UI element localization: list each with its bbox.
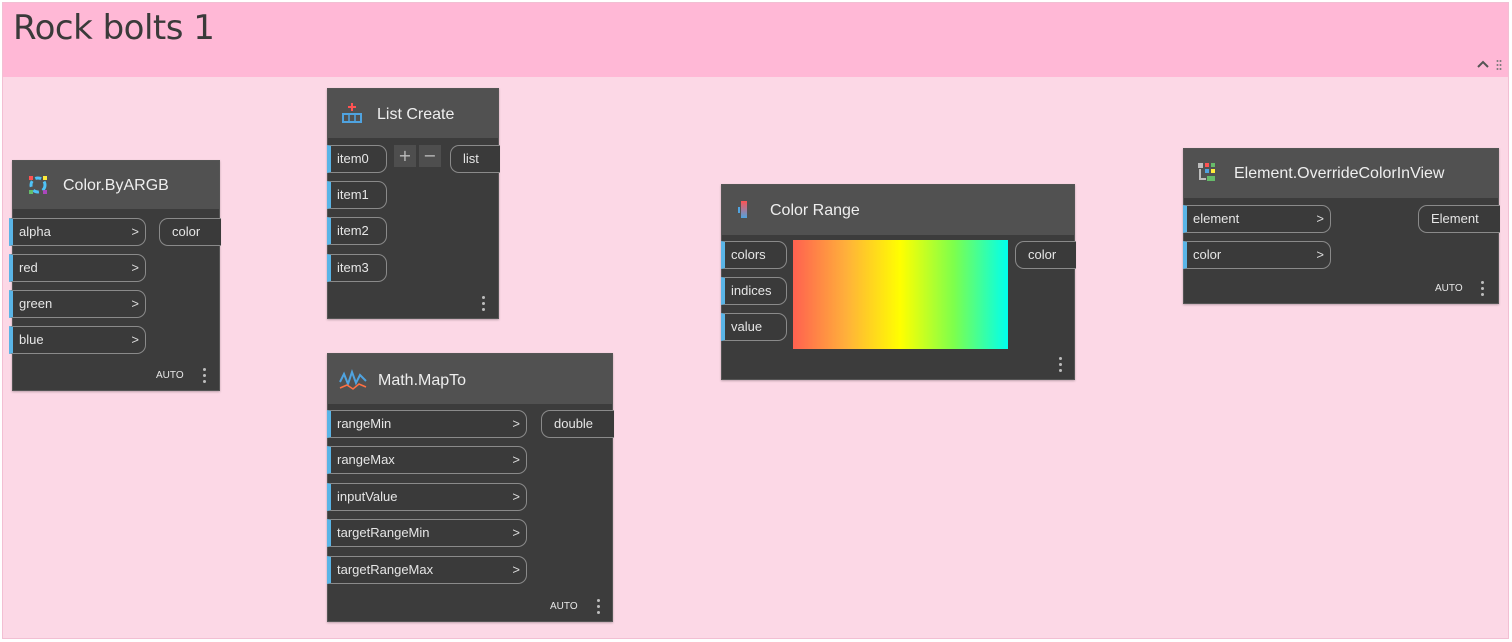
output-port-double[interactable]: double xyxy=(541,410,614,438)
group-title[interactable]: Rock bolts 1 xyxy=(13,8,215,48)
map-to-icon xyxy=(339,368,367,390)
port-arrow: > xyxy=(512,525,520,540)
output-port-color[interactable]: color xyxy=(159,218,221,246)
node-title: Element.OverrideColorInView xyxy=(1234,165,1445,182)
input-port-colors[interactable]: colors xyxy=(721,241,787,269)
port-label: element xyxy=(1193,211,1240,226)
port-arrow: > xyxy=(131,296,139,311)
output-port-color[interactable]: color xyxy=(1015,241,1076,269)
node-header[interactable]: Color.ByARGB xyxy=(13,161,219,209)
node-header[interactable]: Color Range xyxy=(722,185,1074,235)
port-arrow: > xyxy=(1316,247,1324,262)
lacing-label[interactable]: AUTO xyxy=(550,601,578,612)
port-arrow: > xyxy=(131,260,139,275)
port-label: indices xyxy=(731,283,772,298)
port-arrow: > xyxy=(1316,211,1324,226)
input-port-targetrangemin[interactable]: targetRangeMin > xyxy=(327,519,527,547)
more-options-icon[interactable] xyxy=(203,368,207,384)
input-port-inputvalue[interactable]: inputValue > xyxy=(327,483,527,511)
more-options-icon[interactable] xyxy=(1059,357,1063,373)
port-label: targetRangeMax xyxy=(337,562,434,577)
port-label: green xyxy=(19,296,53,311)
node-title: Math.MapTo xyxy=(378,372,467,389)
port-arrow: > xyxy=(512,452,520,467)
node-element-override-color[interactable]: Element.OverrideColorInView element > col… xyxy=(1183,148,1500,304)
color-gradient-preview xyxy=(793,240,1008,349)
node-header[interactable]: Element.OverrideColorInView xyxy=(1184,149,1498,198)
color-range-icon xyxy=(738,201,747,218)
node-list-create[interactable]: List Create item0 + − list item1 item2 i… xyxy=(327,88,500,319)
chevron-up-icon[interactable] xyxy=(1476,57,1490,71)
node-color-range[interactable]: Color Range colors indices value color xyxy=(721,184,1076,380)
input-port-green[interactable]: green > xyxy=(9,290,146,318)
port-label: inputValue xyxy=(337,489,398,504)
add-input-button[interactable]: + xyxy=(394,145,416,167)
input-port-targetrangemax[interactable]: targetRangeMax > xyxy=(327,556,527,584)
node-title: List Create xyxy=(377,106,455,123)
port-label: targetRangeMin xyxy=(337,525,430,540)
remove-input-button[interactable]: − xyxy=(419,145,441,167)
more-options-icon[interactable] xyxy=(1481,281,1485,297)
port-label: item0 xyxy=(337,151,369,166)
list-create-icon xyxy=(342,103,362,123)
port-label: colors xyxy=(731,247,766,262)
more-options-icon[interactable] xyxy=(597,599,601,615)
lacing-label[interactable]: AUTO xyxy=(156,370,184,381)
input-port-blue[interactable]: blue > xyxy=(9,326,146,354)
input-port-color[interactable]: color > xyxy=(1183,241,1331,269)
port-label: value xyxy=(731,319,763,334)
more-options-icon[interactable] xyxy=(482,296,486,312)
input-port-indices[interactable]: indices xyxy=(721,277,787,305)
node-title: Color Range xyxy=(770,202,860,219)
input-port-value[interactable]: value xyxy=(721,313,787,341)
input-port-item2[interactable]: item2 xyxy=(327,217,387,245)
grip-icon[interactable] xyxy=(1496,59,1502,71)
port-arrow: > xyxy=(131,332,139,347)
port-label: color xyxy=(1193,247,1222,262)
input-port-item1[interactable]: item1 xyxy=(327,181,387,209)
input-port-red[interactable]: red > xyxy=(9,254,146,282)
output-port-element[interactable]: Element xyxy=(1418,205,1500,233)
port-label: rangeMax xyxy=(337,452,395,467)
port-label: alpha xyxy=(19,224,51,239)
output-port-list[interactable]: list xyxy=(450,145,500,173)
group-header[interactable]: Rock bolts 1 xyxy=(3,3,1508,77)
node-title: Color.ByARGB xyxy=(63,177,169,194)
port-label: blue xyxy=(19,332,44,347)
input-port-rangemax[interactable]: rangeMax > xyxy=(327,446,527,474)
port-label: rangeMin xyxy=(337,416,392,431)
port-arrow: > xyxy=(512,489,520,504)
input-port-item0[interactable]: item0 xyxy=(327,145,387,173)
node-header[interactable]: Math.MapTo xyxy=(328,354,612,404)
port-label: item2 xyxy=(337,223,369,238)
node-header[interactable]: List Create xyxy=(328,89,498,138)
node-math-mapto[interactable]: Math.MapTo rangeMin > rangeMax > inputValu… xyxy=(327,353,614,622)
override-color-icon xyxy=(1198,163,1215,181)
lacing-label[interactable]: AUTO xyxy=(1435,283,1463,294)
input-port-element[interactable]: element > xyxy=(1183,205,1331,233)
input-port-item3[interactable]: item3 xyxy=(327,254,387,282)
input-port-rangemin[interactable]: rangeMin > xyxy=(327,410,527,438)
port-arrow: > xyxy=(512,416,520,431)
port-label: item1 xyxy=(337,187,369,202)
node-color-byargb[interactable]: Color.ByARGB alpha > red > green > blue > co… xyxy=(9,160,221,391)
port-label: item3 xyxy=(337,260,369,275)
port-label: red xyxy=(19,260,38,275)
input-port-alpha[interactable]: alpha > xyxy=(9,218,146,246)
color-wheel-icon xyxy=(29,176,47,194)
port-arrow: > xyxy=(512,562,520,577)
port-arrow: > xyxy=(131,224,139,239)
